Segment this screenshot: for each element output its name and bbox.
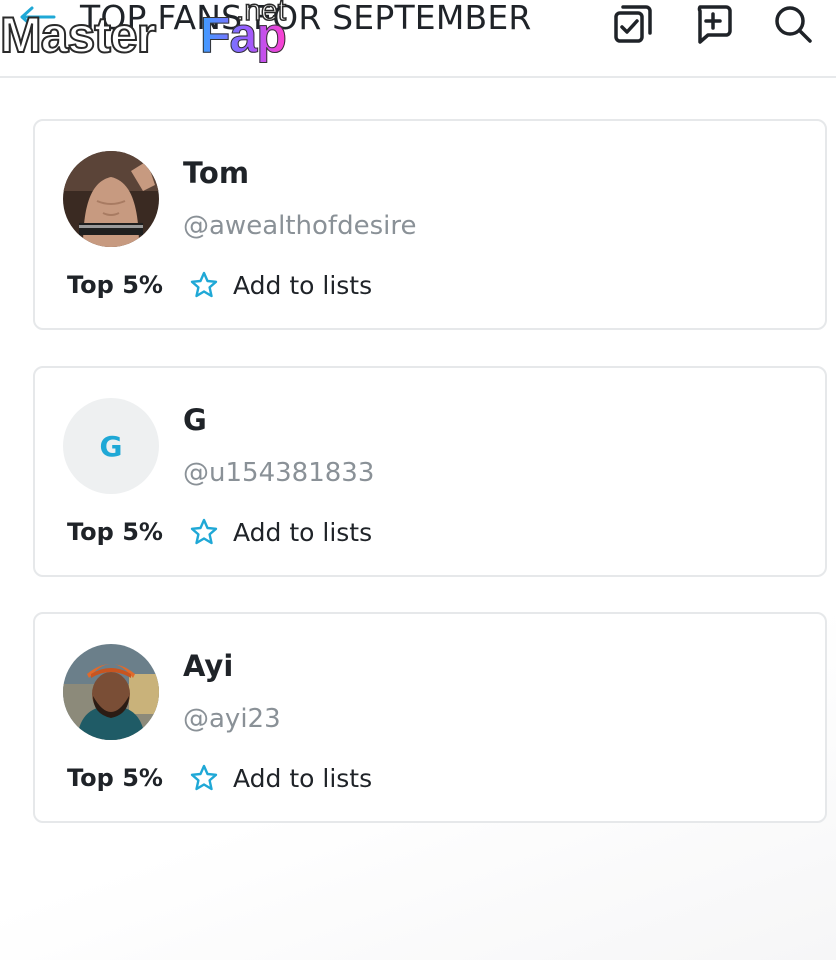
fan-handle[interactable]: @u154381833	[183, 458, 374, 488]
avatar-photo	[63, 151, 159, 247]
avatar[interactable]	[63, 151, 159, 247]
avatar[interactable]	[63, 644, 159, 740]
top-fans-screen: TOP FANS FOR SEPTEMBER Master Fap .net T…	[0, 0, 836, 960]
star-icon	[190, 518, 218, 545]
search-icon	[775, 6, 812, 43]
fan-card[interactable]: G G @u154381833 Top 5% Add to lists	[33, 366, 827, 577]
fan-name[interactable]: G	[183, 403, 207, 437]
add-to-lists-button[interactable]: Add to lists	[189, 760, 372, 796]
add-to-lists-label: Add to lists	[233, 763, 373, 793]
avatar-initial: G	[99, 429, 123, 463]
fan-card[interactable]: Tom @awealthofdesire Top 5% Add to lists	[33, 119, 827, 330]
checklist-button[interactable]	[611, 2, 655, 46]
add-to-lists-button[interactable]: Add to lists	[189, 267, 372, 303]
watermark-master: Master	[0, 6, 157, 64]
fan-handle[interactable]: @awealthofdesire	[183, 211, 416, 241]
checklist-icon	[614, 5, 652, 43]
search-button[interactable]	[771, 2, 815, 46]
fan-handle[interactable]: @ayi23	[183, 704, 281, 734]
new-post-button[interactable]	[691, 2, 735, 46]
fan-card[interactable]: Ayi @ayi23 Top 5% Add to lists	[33, 612, 827, 823]
star-icon	[190, 271, 218, 298]
fan-rank: Top 5%	[67, 764, 163, 792]
add-to-lists-button[interactable]: Add to lists	[189, 514, 372, 550]
fan-rank: Top 5%	[67, 271, 163, 299]
add-to-lists-label: Add to lists	[233, 270, 373, 300]
fan-name[interactable]: Ayi	[183, 649, 233, 683]
fan-rank: Top 5%	[67, 518, 163, 546]
watermark-logo: Master Fap .net	[0, 0, 310, 80]
fan-name[interactable]: Tom	[183, 156, 249, 190]
avatar[interactable]: G	[63, 398, 159, 494]
add-to-lists-label: Add to lists	[233, 517, 373, 547]
watermark-net: .net	[235, 0, 287, 28]
avatar-photo	[63, 644, 159, 740]
star-icon	[190, 764, 218, 791]
add-post-icon	[697, 5, 732, 44]
